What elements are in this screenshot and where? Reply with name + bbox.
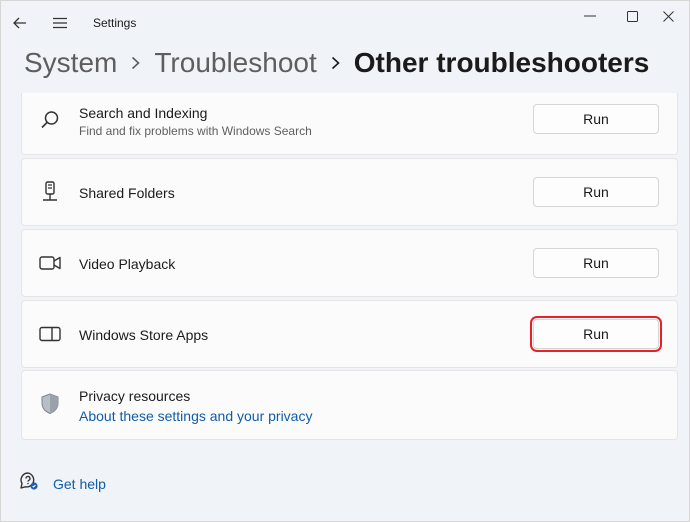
run-button-shared-folders[interactable]: Run bbox=[533, 177, 659, 207]
troubleshooter-label: Search and Indexing bbox=[79, 105, 208, 121]
run-button-windows-store-apps[interactable]: Run bbox=[530, 316, 662, 352]
page-title: Other troubleshooters bbox=[353, 47, 650, 78]
privacy-link[interactable]: About these settings and your privacy bbox=[79, 408, 312, 424]
shield-icon bbox=[38, 393, 62, 415]
minimize-button[interactable] bbox=[580, 7, 600, 25]
chevron-right-icon bbox=[131, 56, 141, 70]
breadcrumb-system[interactable]: System bbox=[24, 47, 117, 79]
troubleshooter-shared-folders: Shared Folders Run bbox=[21, 158, 678, 226]
troubleshooter-description: Find and fix problems with Windows Searc… bbox=[79, 124, 312, 138]
settings-window: Settings System Troubleshoot Other troub… bbox=[0, 0, 690, 522]
close-button[interactable] bbox=[658, 7, 678, 25]
troubleshooter-label: Video Playback bbox=[79, 256, 176, 272]
video-camera-icon bbox=[38, 252, 62, 274]
troubleshooter-search-indexing: Search and Indexing Find and fix problem… bbox=[21, 93, 678, 155]
help-icon bbox=[19, 471, 39, 496]
run-button-video-playback[interactable]: Run bbox=[533, 248, 659, 278]
troubleshooter-label: Shared Folders bbox=[79, 185, 175, 201]
chevron-right-icon bbox=[331, 56, 340, 70]
store-apps-icon bbox=[38, 323, 62, 345]
search-icon bbox=[38, 109, 62, 131]
breadcrumb: System Troubleshoot Other troubleshooter… bbox=[24, 45, 649, 81]
privacy-resources-card: Privacy resources About these settings a… bbox=[21, 370, 678, 440]
maximize-button[interactable] bbox=[622, 7, 642, 25]
title-bar: Settings bbox=[1, 1, 689, 45]
hamburger-menu-icon[interactable] bbox=[52, 15, 68, 31]
run-button-search-indexing[interactable]: Run bbox=[533, 104, 659, 134]
breadcrumb-troubleshoot[interactable]: Troubleshoot bbox=[154, 47, 316, 79]
troubleshooter-video-playback: Video Playback Run bbox=[21, 229, 678, 297]
get-help[interactable]: Get help bbox=[19, 471, 106, 496]
troubleshooter-windows-store-apps: Windows Store Apps Run bbox=[21, 300, 678, 368]
get-help-link[interactable]: Get help bbox=[53, 476, 106, 492]
privacy-resources-title: Privacy resources bbox=[79, 388, 191, 404]
troubleshooter-label: Windows Store Apps bbox=[79, 327, 209, 343]
back-arrow-icon[interactable] bbox=[12, 15, 28, 31]
shared-folders-icon bbox=[38, 181, 62, 203]
window-title: Settings bbox=[93, 16, 137, 30]
